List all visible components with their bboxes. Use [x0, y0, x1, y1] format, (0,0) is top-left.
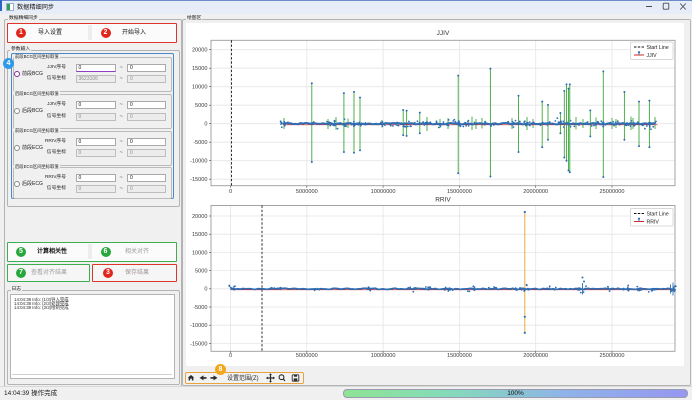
svg-text:设置范围(Z): 设置范围(Z): [227, 374, 259, 382]
svg-text:-10000: -10000: [190, 159, 207, 165]
svg-text:0: 0: [204, 287, 207, 293]
svg-text:15000000: 15000000: [447, 353, 472, 359]
svg-text:15000: 15000: [192, 66, 208, 72]
svg-text:15000000: 15000000: [447, 189, 472, 195]
svg-text:-5000: -5000: [193, 305, 207, 311]
svg-text:10000000: 10000000: [371, 353, 396, 359]
svg-text:25000000: 25000000: [600, 189, 625, 195]
svg-text:15000: 15000: [192, 232, 208, 238]
svg-text:0: 0: [204, 122, 207, 128]
svg-text:20000: 20000: [192, 214, 208, 220]
svg-text:5000: 5000: [195, 269, 207, 275]
svg-text:-5000: -5000: [193, 140, 207, 146]
svg-text:RRIV: RRIV: [647, 220, 660, 226]
svg-text:0: 0: [229, 353, 232, 359]
svg-text:-15000: -15000: [190, 341, 207, 347]
svg-text:RRIV: RRIV: [435, 197, 451, 204]
svg-text:10000: 10000: [192, 85, 208, 91]
svg-text:5000: 5000: [195, 103, 207, 109]
svg-text:20000000: 20000000: [523, 189, 548, 195]
svg-text:0: 0: [229, 189, 232, 195]
svg-text:10000000: 10000000: [371, 189, 396, 195]
svg-text:20000: 20000: [192, 48, 208, 54]
svg-text:JJIV: JJIV: [647, 53, 658, 59]
svg-text:JJIV: JJIV: [437, 30, 450, 37]
svg-text:Start Line: Start Line: [647, 45, 669, 51]
svg-text:Start Line: Start Line: [647, 212, 669, 218]
svg-text:20000000: 20000000: [523, 353, 548, 359]
svg-text:-15000: -15000: [190, 177, 207, 183]
svg-text:10000: 10000: [192, 250, 208, 256]
svg-text:5000000: 5000000: [296, 189, 318, 195]
svg-text:-10000: -10000: [190, 323, 207, 329]
svg-text:5000000: 5000000: [296, 353, 318, 359]
svg-text:25000000: 25000000: [600, 353, 625, 359]
